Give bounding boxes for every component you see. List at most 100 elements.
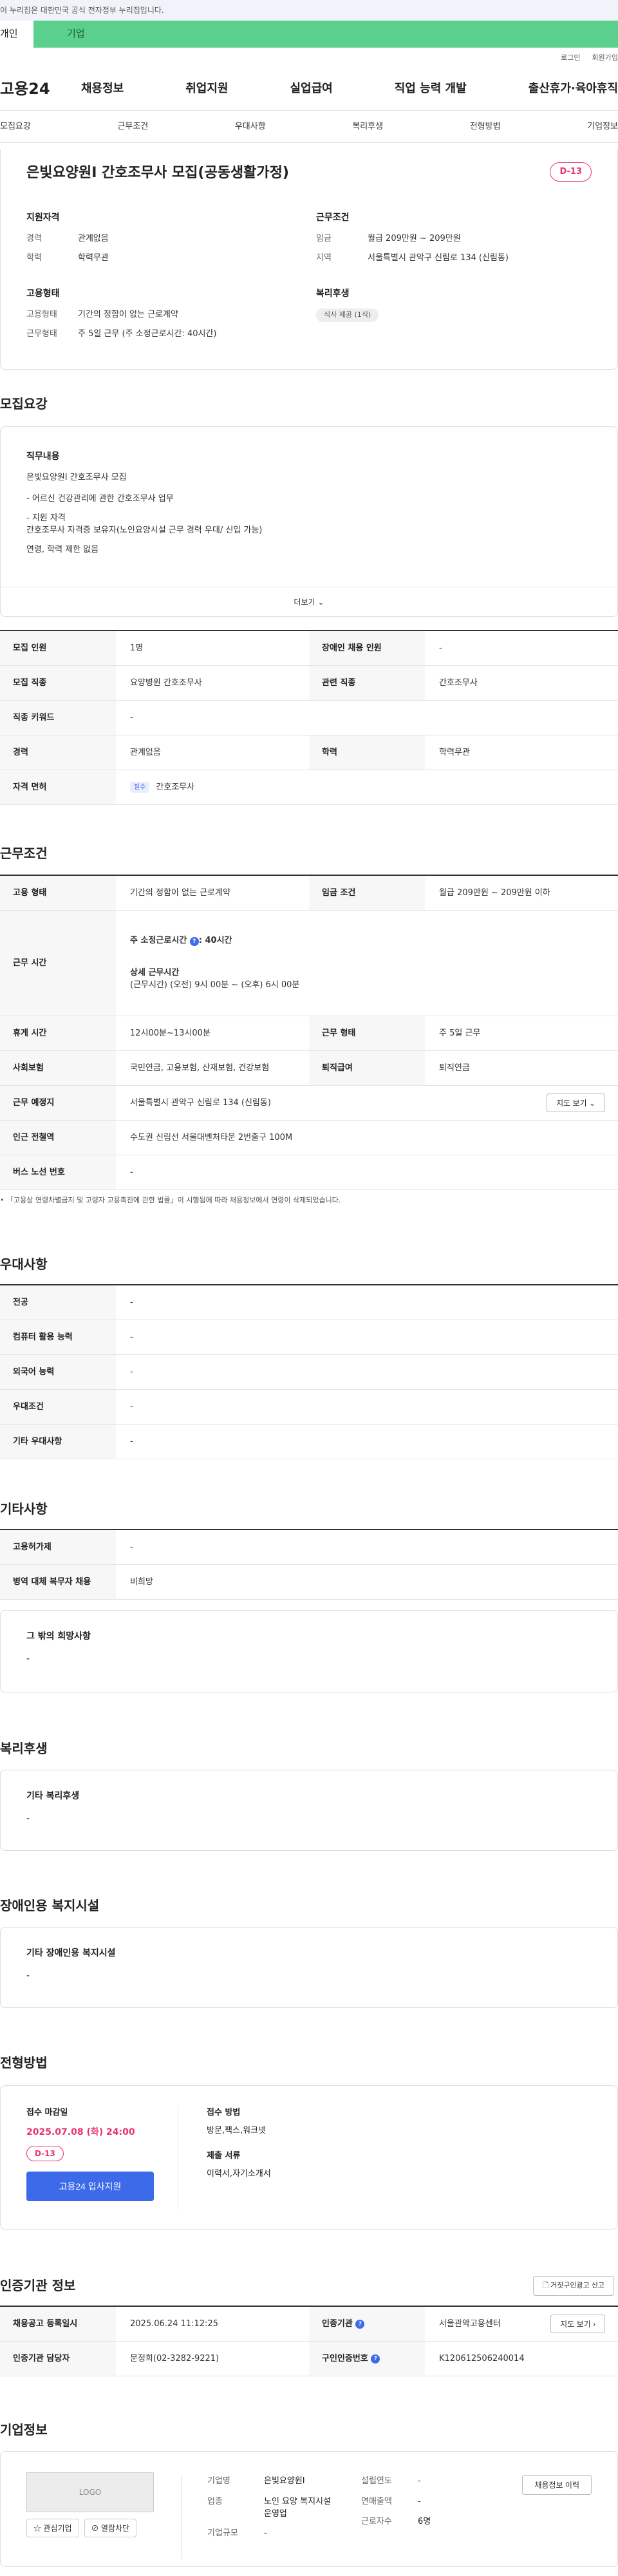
report-button[interactable]: 🗋 거짓구인광고 신고 — [533, 2276, 614, 2296]
company-name-label: 기업명 — [207, 2476, 230, 2486]
tab-company[interactable]: 기업 — [33, 21, 618, 48]
tab-recruit[interactable]: 모집요강 — [0, 120, 31, 133]
table-row: 병역 대체 복무자 채용 비희망 — [0, 1565, 618, 1600]
table-row: 채용공고 등록일시 2025.06.24 11:12:25 인증기관 ? 서울관… — [0, 2307, 618, 2342]
table-cell: 학력무관 — [439, 747, 470, 757]
table-row: 근무 시간 주 소정근로시간 ?: 40시간 상세 근무시간 (근무시간) (오… — [0, 911, 618, 1016]
nav-item-employment-support[interactable]: 취업지원 — [185, 80, 228, 97]
table-row: 전공 - — [0, 1285, 618, 1320]
map-view-button[interactable]: 지도 보기 ⌄ — [547, 1094, 605, 1112]
tab-personal[interactable]: 개인 — [0, 21, 33, 48]
dday-badge: D-13 — [550, 162, 592, 182]
section-tabs: 모집요강 근무조건 우대사항 복리후생 전형방법 기업정보 — [0, 111, 618, 143]
table-row: 기타 우대사항 - — [0, 1425, 618, 1459]
table-header: 사회보험 — [0, 1051, 116, 1085]
util-links: 로그인 회원가입 — [0, 48, 618, 67]
block-icon: ⊘ — [91, 2524, 99, 2533]
welfare-title: 복리후생 — [316, 289, 350, 299]
wage-label: 임금 — [316, 234, 332, 243]
apply-button[interactable]: 고용24 입사지원 — [26, 2171, 154, 2201]
table-cell: K120612506240014 — [439, 2353, 525, 2363]
etc-table: 고용허가제 - 병역 대체 복무자 채용 비희망 — [0, 1529, 618, 1600]
weekly-hours-value: : 40시간 — [198, 936, 232, 946]
nav-item-jobs[interactable]: 채용정보 — [81, 80, 124, 97]
table-cell: - — [130, 1167, 133, 1177]
table-row: 고용허가제 - — [0, 1530, 618, 1565]
process-card: 접수 마감일 2025.07.08 (화) 24:00 D-13 고용24 입사… — [0, 2085, 618, 2230]
age-note: • 「고용상 연령차별금지 및 고령자 고용촉진에 관한 법률」이 시행됨에 따… — [0, 1196, 341, 1204]
nav-item-parental-leave[interactable]: 출산휴가·육아휴직 — [529, 80, 618, 97]
section-title-preference: 우대사항 — [0, 1256, 48, 1272]
table-cell: 비희망 — [130, 1577, 153, 1587]
brand-logo[interactable]: 고용24 — [0, 77, 81, 100]
table-header: 모집 인원 — [0, 631, 116, 665]
table-cell: 서울관악고용센터 지도 보기 › — [425, 2307, 618, 2341]
table-cell: - — [439, 643, 442, 653]
table-row: 휴게 시간 12시00분~13시00분 근무 형태 주 5일 근무 — [0, 1016, 618, 1051]
recruit-table: 모집 인원 1명 장애인 채용 인원 - 모집 직종 요양병원 간호조무사 관련… — [0, 630, 618, 805]
career-label: 경력 — [26, 234, 42, 243]
table-cell: 월급 209만원 ~ 209만원 이하 — [439, 887, 550, 898]
table-header: 모집 직종 — [0, 666, 116, 700]
section-title-recruit: 모집요강 — [0, 396, 48, 412]
table-row: 모집 직종 요양병원 간호조무사 관련 직종 간호조무사 — [0, 666, 618, 701]
table-cell: 12시00분~13시00분 — [130, 1028, 211, 1038]
table-cell: - — [130, 1367, 133, 1377]
duty-line: 간호조무사 자격증 보유자(노인요양시설 근무 경력 우대/ 신입 가능) — [26, 526, 263, 536]
tab-company[interactable]: 기업정보 — [587, 120, 618, 133]
company-size-label: 기업규모 — [207, 2528, 238, 2538]
tab-preference[interactable]: 우대사항 — [235, 120, 266, 133]
signup-link[interactable]: 회원가입 — [592, 53, 618, 67]
type-label: 고용형태 — [26, 310, 57, 319]
block-company-button[interactable]: ⊘ 열람차단 — [84, 2519, 137, 2537]
tab-process[interactable]: 전형방법 — [470, 120, 501, 133]
info-icon[interactable]: ? — [189, 937, 199, 947]
table-cell: 퇴직연금 — [439, 1063, 470, 1073]
table-header: 장애인 채용 인원 — [309, 631, 425, 665]
more-button[interactable]: 더보기 ⌄ — [1, 587, 617, 616]
company-size-value: - — [264, 2528, 267, 2538]
duty-line: 은빛요양원I 간호조무사 모집 — [26, 473, 127, 482]
tab-welfare[interactable]: 복리후생 — [352, 120, 383, 133]
nav-item-unemployment-benefit[interactable]: 실업급여 — [290, 80, 333, 97]
employment-type-block: 고용형태 고용형태 기간의 정함이 없는 근로계약 근무형태 주 5일 근무 (주 … — [26, 287, 216, 346]
hope-box: 그 밖의 희망사항 - — [0, 1610, 618, 1692]
table-header: 임금 조건 — [309, 876, 425, 910]
duty-line: 연령, 학력 제한 없음 — [26, 544, 99, 554]
cert-num-label: 구인인증번호 — [322, 2353, 368, 2363]
disabled-box-value: - — [26, 1971, 30, 1981]
section-title-disabled: 장애인용 복지시설 — [0, 1898, 100, 1913]
info-icon[interactable]: ? — [371, 2354, 380, 2363]
education-value: 학력무관 — [78, 252, 109, 263]
chevron-right-icon: › — [593, 2320, 595, 2329]
nav-item-vocational-training[interactable]: 직업 능력 개발 — [395, 80, 467, 97]
hiring-history-button[interactable]: 채용정보 이력 — [522, 2475, 592, 2495]
work-form-value: 주 5일 근무 (주 소정근로시간: 40시간) — [78, 328, 217, 339]
document-icon: 🗋 — [543, 2282, 548, 2289]
welfare-box-value: - — [26, 1814, 30, 1824]
favorite-company-button[interactable]: ☆ 관심기업 — [26, 2519, 79, 2537]
table-header: 직종 키워드 — [0, 701, 116, 735]
table-cell: - — [130, 712, 133, 723]
table-header: 기타 우대사항 — [0, 1425, 116, 1459]
section-title-conditions: 근무조건 — [0, 846, 48, 861]
star-icon: ☆ — [33, 2524, 42, 2533]
disabled-box: 기타 장애인용 복지시설 - — [0, 1927, 618, 2008]
tab-conditions[interactable]: 근무조건 — [117, 120, 148, 133]
docs-value: 이력서,자기소개서 — [207, 2168, 271, 2179]
table-row: 경력 관계없음 학력 학력무관 — [0, 735, 618, 770]
table-header: 버스 노선 번호 — [0, 1155, 116, 1189]
qualification-block: 지원자격 경력 관계없음 학력 학력무관 — [26, 211, 109, 270]
deadline-value: 2025.07.08 (화) 24:00 — [26, 2126, 135, 2137]
table-header: 우대조건 — [0, 1390, 116, 1424]
cert-org-value: 서울관악고용센터 — [439, 2318, 501, 2329]
detail-hours-label: 상세 근무시간 — [130, 967, 180, 978]
industry-label: 업종 — [207, 2496, 223, 2506]
map-view-button[interactable]: 지도 보기 › — [550, 2315, 605, 2333]
login-link[interactable]: 로그인 — [561, 53, 580, 67]
gov-banner-text: 이 누리집은 대한민국 공식 전자정부 누리집입니다. — [0, 6, 164, 15]
section-title-etc: 기타사항 — [0, 1501, 48, 1517]
table-cell: - — [130, 1401, 133, 1412]
type-value: 기간의 정함이 없는 근로계약 — [78, 310, 178, 319]
info-icon[interactable]: ? — [355, 2319, 365, 2329]
